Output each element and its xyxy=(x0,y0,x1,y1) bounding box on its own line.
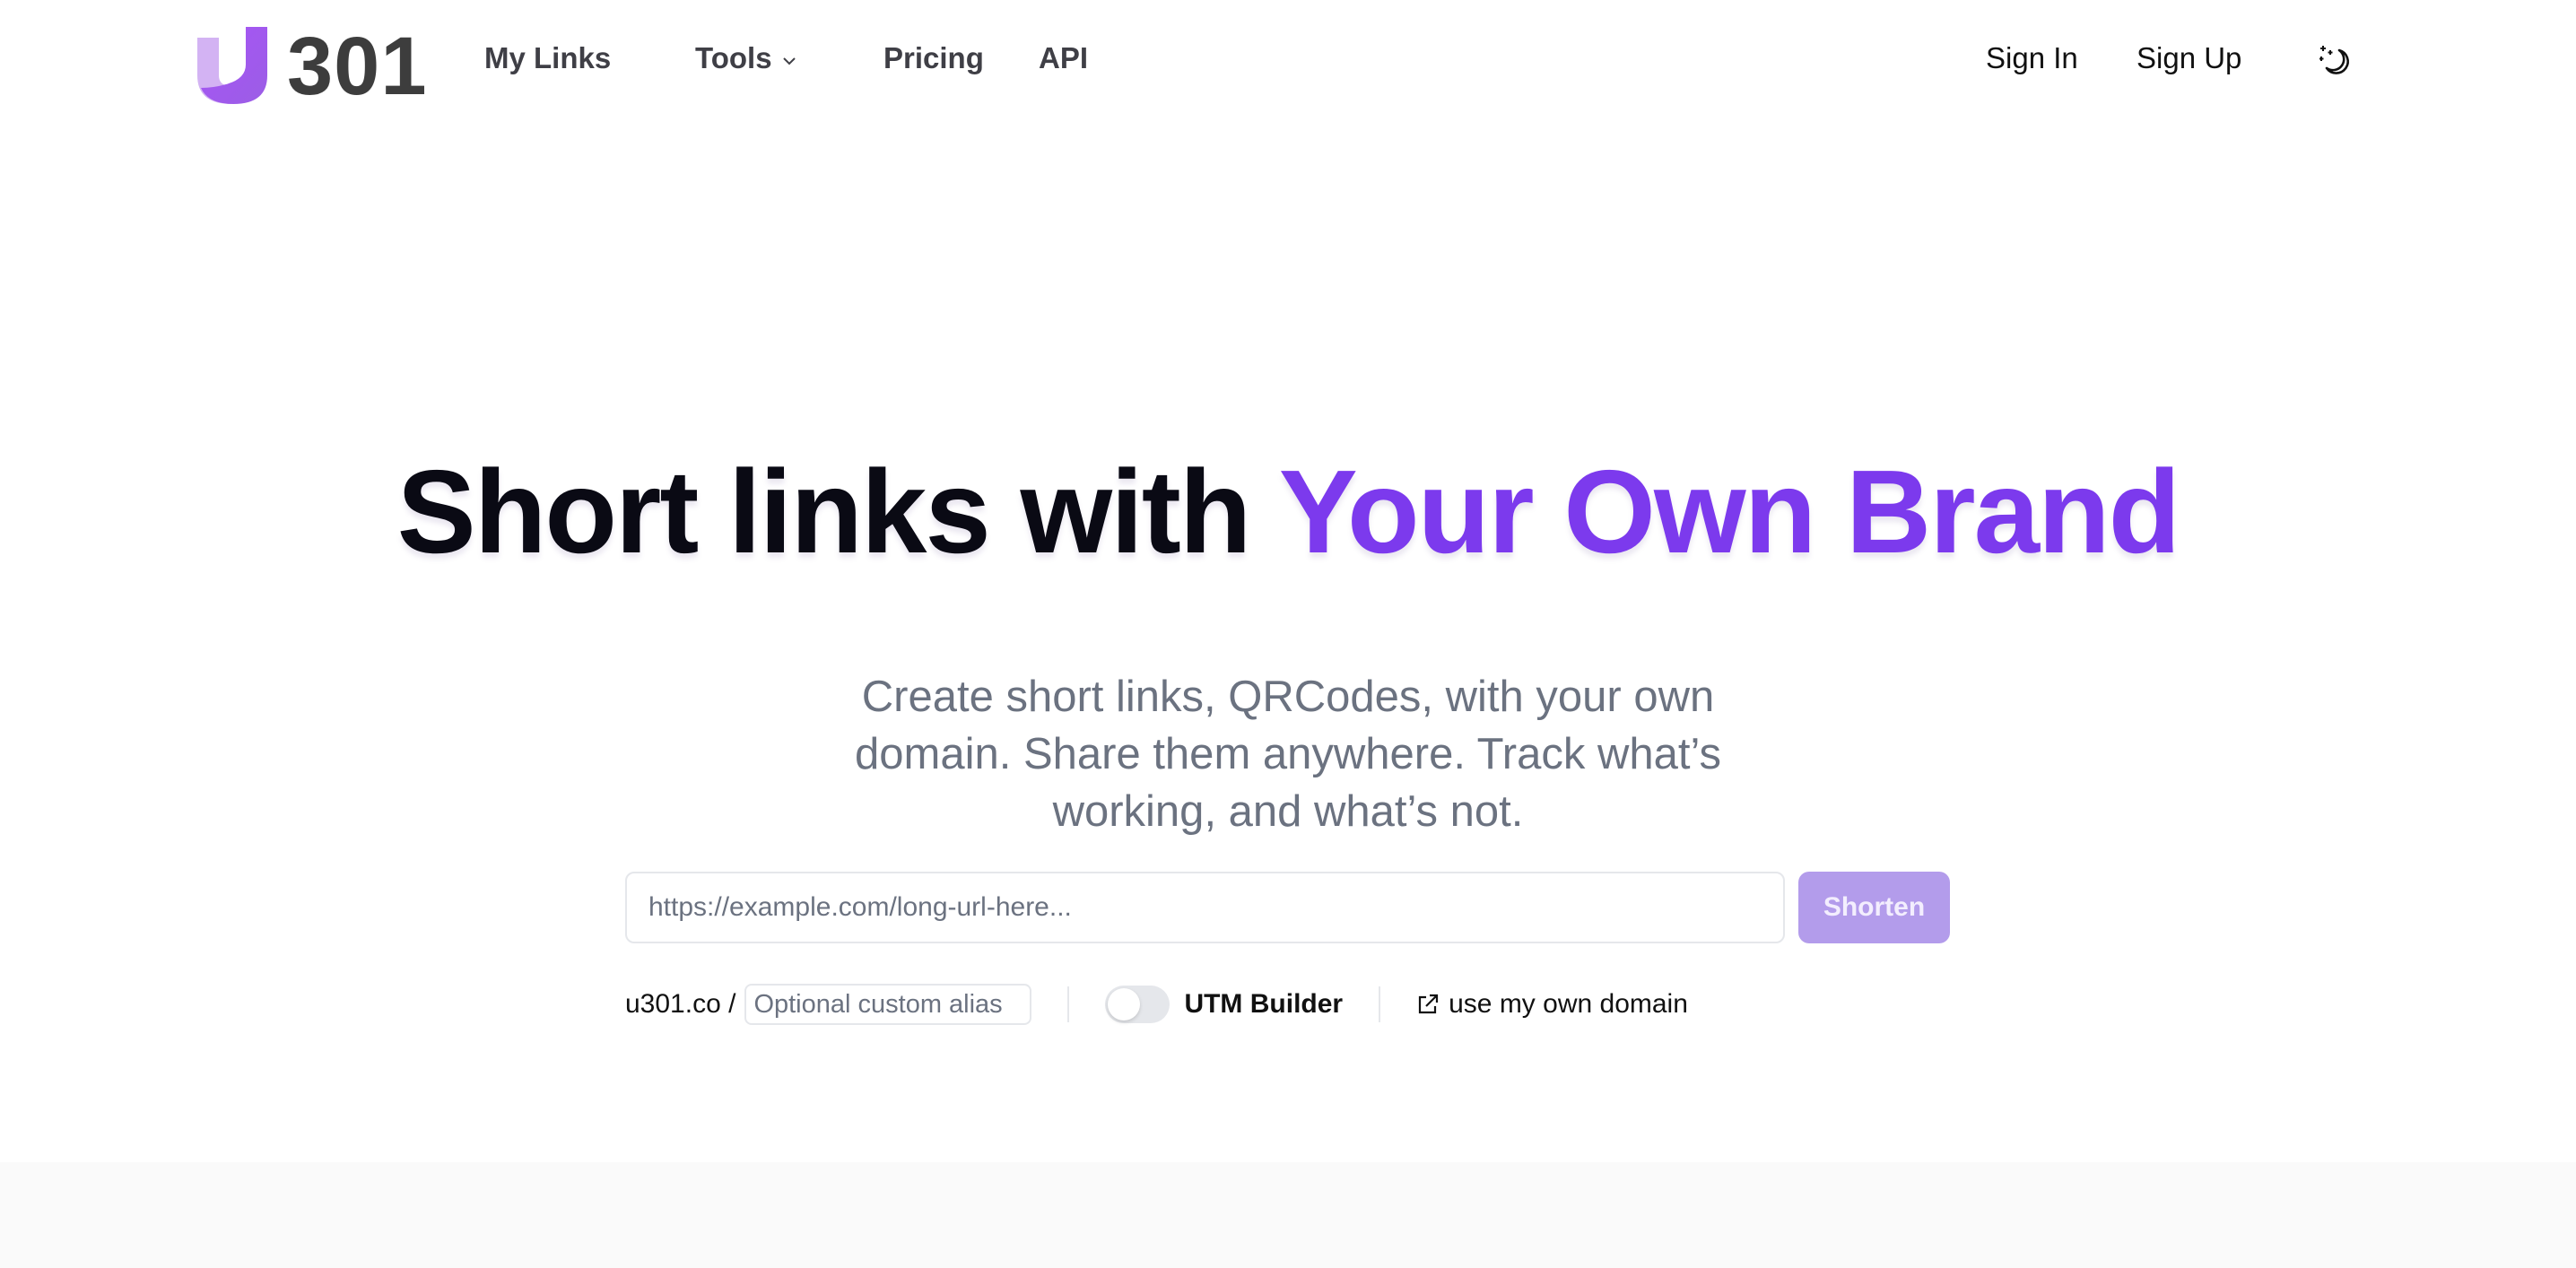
use-own-domain-link[interactable]: use my own domain xyxy=(1416,989,1688,1020)
site-header: 301 My Links Tools Pricing API Sign In S… xyxy=(0,0,2576,126)
nav-pricing[interactable]: Pricing xyxy=(883,41,984,75)
external-link-icon xyxy=(1419,994,1439,1014)
chevron-down-icon xyxy=(782,57,796,65)
logo-text: 301 xyxy=(287,21,428,112)
nav-api-label: API xyxy=(1039,41,1089,74)
hero-title: Short links with Your Own Brand xyxy=(0,453,2576,571)
domain-prefix: u301.co / xyxy=(625,989,736,1019)
hero-title-plain: Short links with xyxy=(396,446,1279,578)
sign-up-link[interactable]: Sign Up xyxy=(2137,41,2241,75)
nav-pricing-label: Pricing xyxy=(883,41,984,74)
nav-my-links[interactable]: My Links xyxy=(484,41,611,75)
nav-api[interactable]: API xyxy=(1039,41,1088,75)
toggle-knob xyxy=(1108,988,1141,1020)
use-own-domain-label: use my own domain xyxy=(1449,989,1688,1019)
nav-my-links-label: My Links xyxy=(484,41,612,74)
moon-stars-icon xyxy=(2319,46,2349,74)
divider xyxy=(1067,986,1070,1022)
shortener-options: u301.co / UTM Builder use my own domain xyxy=(625,983,1688,1026)
nav-tools-label: Tools xyxy=(695,41,772,74)
lower-section xyxy=(0,1162,2576,1268)
logo-u-icon xyxy=(197,27,267,104)
hero-subtitle: Create short links, QRCodes, with your o… xyxy=(855,673,1721,836)
logo-link[interactable]: 301 xyxy=(196,22,428,108)
nav-tools-dropdown[interactable]: Tools xyxy=(695,41,797,75)
shorten-button[interactable]: Shorten xyxy=(1798,872,1950,943)
utm-builder-label: UTM Builder xyxy=(1184,989,1344,1019)
custom-alias-input[interactable] xyxy=(744,984,1032,1025)
divider xyxy=(1379,986,1381,1022)
sign-in-link[interactable]: Sign In xyxy=(1986,41,2078,75)
long-url-input[interactable] xyxy=(625,872,1785,943)
utm-builder-toggle[interactable] xyxy=(1105,986,1171,1023)
theme-toggle-button[interactable] xyxy=(2319,43,2355,79)
hero-title-accent: Your Own Brand xyxy=(1278,446,2181,578)
